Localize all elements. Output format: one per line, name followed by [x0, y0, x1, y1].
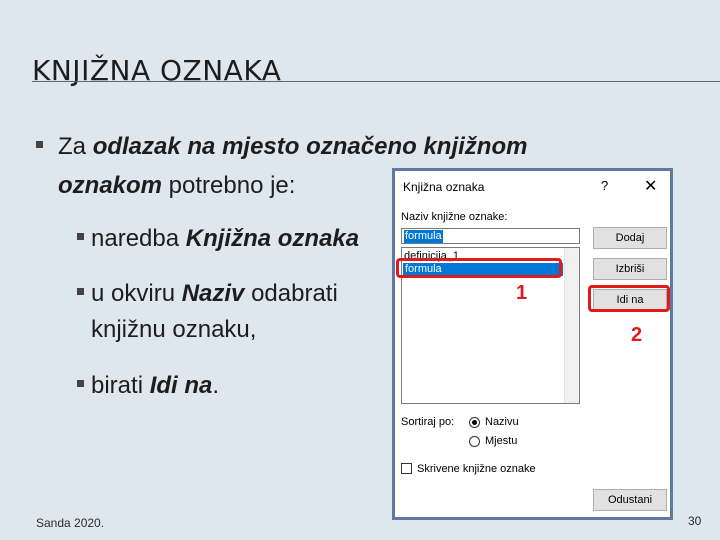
sort-by-location-label[interactable]: Mjestu [485, 435, 517, 447]
annotation-number: 1 [516, 282, 528, 304]
list-scrollbar[interactable] [564, 248, 579, 403]
sub-bullet-marker [77, 288, 84, 295]
title-underline [32, 81, 720, 82]
sub-bullet-2-line1: u okviru Naziv odabrati [91, 280, 338, 307]
help-icon[interactable]: ? [601, 178, 608, 193]
sort-by-location-radio[interactable] [469, 436, 480, 447]
bullet-text-line2: oznakom potrebno je: [58, 172, 296, 199]
bookmark-name-value: formula [404, 230, 443, 243]
bullet-marker [36, 141, 43, 148]
sort-by-name-radio[interactable] [469, 417, 480, 428]
bullet-text-line1: Za odlazak na mjesto označeno knjižnom [58, 133, 528, 160]
sub-bullet-marker [77, 233, 84, 240]
dialog-title: Knjižna oznaka [403, 180, 485, 194]
sub-bullet-2-line2: knjižnu oznaku, [91, 316, 257, 343]
footer-author: Sanda 2020. [36, 516, 105, 530]
sort-label: Sortiraj po: [401, 416, 455, 428]
sort-by-name-label[interactable]: Nazivu [485, 416, 519, 428]
hidden-bookmarks-label[interactable]: Skrivene knjižne oznake [417, 463, 536, 475]
slide-title: KNJIŽNA OZNAKA [32, 54, 282, 87]
highlight-list-item [396, 258, 562, 278]
add-button[interactable]: Dodaj [593, 227, 667, 249]
page-number: 30 [688, 514, 702, 528]
highlight-goto-button [588, 285, 670, 312]
name-label: Naziv knjižne oznake: [401, 211, 508, 223]
delete-button[interactable]: Izbriši [593, 258, 667, 280]
annotation-number: 2 [631, 324, 643, 346]
hidden-bookmarks-checkbox[interactable] [401, 463, 412, 474]
sub-bullet-3: birati Idi na. [91, 372, 220, 399]
cancel-button[interactable]: Odustani [593, 489, 667, 511]
sub-bullet-marker [77, 380, 84, 387]
bookmark-name-input[interactable]: formula [401, 228, 580, 244]
close-icon[interactable]: ✕ [644, 176, 657, 196]
sub-bullet-1: naredba Knjižna oznaka [91, 225, 360, 252]
